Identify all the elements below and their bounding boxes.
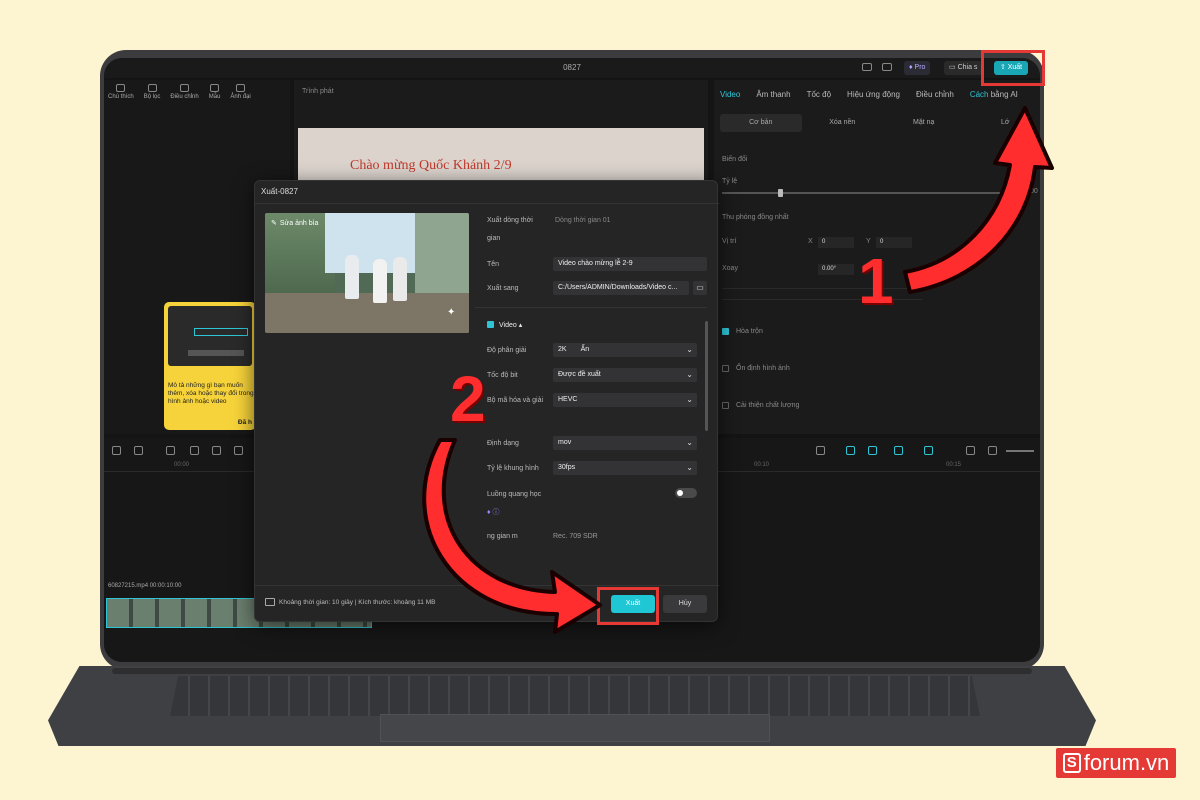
watermark-text: forum.vn [1083, 750, 1170, 775]
sforum-watermark: S forum.vn [1056, 748, 1176, 778]
arrow-1 [903, 106, 1054, 294]
annotation-arrows [422, 106, 1054, 634]
watermark-letter: S [1062, 753, 1081, 773]
arrow-2 [422, 438, 602, 634]
